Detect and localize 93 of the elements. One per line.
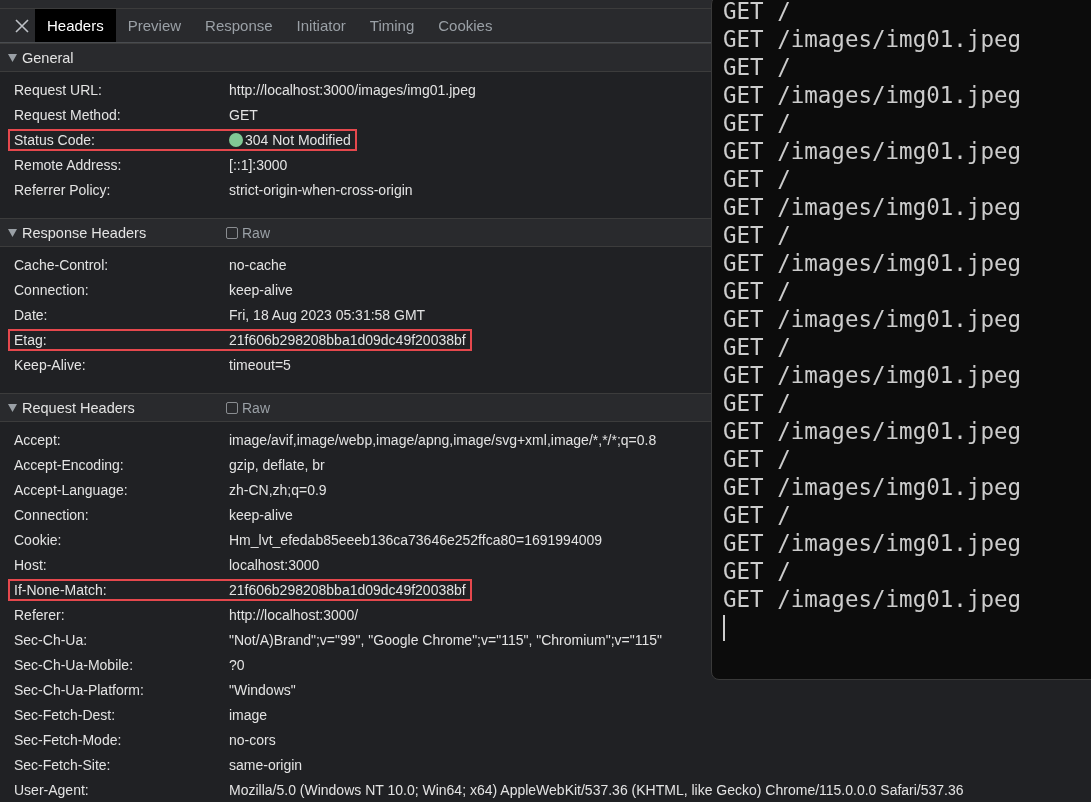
terminal-line: GET / (723, 109, 792, 137)
tab[interactable]: Cookies (426, 9, 505, 42)
header-value: http://localhost:3000/images/img01.jpeg (229, 81, 476, 98)
header-value: strict-origin-when-cross-origin (229, 181, 413, 198)
raw-label[interactable]: Raw (242, 224, 270, 241)
terminal-line: GET /images/img01.jpeg (723, 585, 1022, 613)
header-value: http://localhost:3000/ (229, 606, 359, 623)
header-value: "Windows" (229, 681, 296, 698)
header-name: Referer: (14, 606, 66, 623)
terminal-line: GET /images/img01.jpeg (723, 25, 1022, 53)
header-name: Sec-Fetch-Dest: (14, 706, 117, 723)
tab[interactable]: Preview (115, 9, 194, 42)
terminal-line: GET /images/img01.jpeg (723, 529, 1022, 557)
raw-checkbox[interactable] (226, 226, 238, 239)
expand-triangle-icon[interactable] (8, 53, 17, 62)
header-value: keep-alive (229, 281, 293, 298)
header-value: Mozilla/5.0 (Windows NT 10.0; Win64; x64) AppleWebKit/537.36 (KHTML, like Gecko) Chrome/115.0.0.0 Safari/537.36 (229, 781, 964, 798)
header-value: no-cors (229, 731, 276, 748)
terminal-line: GET /images/img01.jpeg (723, 81, 1022, 109)
terminal-line: GET / (723, 333, 792, 361)
section-header[interactable]: Request Headers Raw (0, 393, 711, 422)
terminal-line: GET /images/img01.jpeg (723, 473, 1022, 501)
terminal-line: GET / (723, 165, 792, 193)
section-header[interactable]: General (0, 43, 711, 72)
header-name: Cache-Control: (14, 256, 110, 273)
header-name: Sec-Ch-Ua-Platform: (14, 681, 145, 698)
terminal-line: GET /images/img01.jpeg (723, 249, 1022, 277)
header-value: 21f606b298208bba1d09dc49f20038bf (229, 331, 466, 348)
header-value: Fri, 18 Aug 2023 05:31:58 GMT (229, 306, 426, 323)
header-name: Connection: (14, 281, 90, 298)
expand-triangle-icon[interactable] (8, 228, 17, 237)
tab[interactable]: Initiator (284, 9, 358, 42)
header-name: If-None-Match: (14, 581, 108, 598)
section-title: Response Headers (22, 224, 147, 241)
header-name: Connection: (14, 506, 90, 523)
header-value: image/avif,image/webp,image/apng,image/svg+xml,image/*,*/*;q=0.8 (229, 431, 657, 448)
header-value: same-origin (229, 756, 303, 773)
header-value: timeout=5 (229, 356, 291, 373)
header-name: Host: (14, 556, 48, 573)
text-cursor (723, 615, 725, 641)
header-value: [::1]:3000 (229, 156, 288, 173)
terminal-line: GET /images/img01.jpeg (723, 193, 1022, 221)
header-name: Accept-Encoding: (14, 456, 125, 473)
terminal-line: GET / (723, 221, 792, 249)
header-value: gzip, deflate, br (229, 456, 325, 473)
header-name: Keep-Alive: (14, 356, 87, 373)
terminal-line: GET / (723, 53, 792, 81)
terminal-line: GET / (723, 0, 792, 25)
tab[interactable]: Timing (357, 9, 427, 42)
header-name: Sec-Ch-Ua-Mobile: (14, 656, 135, 673)
section-title: General (22, 49, 74, 66)
header-value: 21f606b298208bba1d09dc49f20038bf (229, 581, 466, 598)
expand-triangle-icon[interactable] (8, 403, 17, 412)
terminal-line: GET /images/img01.jpeg (723, 137, 1022, 165)
header-value: keep-alive (229, 506, 293, 523)
terminal-line: GET /images/img01.jpeg (723, 417, 1022, 445)
terminal-line: GET /images/img01.jpeg (723, 305, 1022, 333)
tab[interactable]: Response (193, 9, 285, 42)
header-name: Etag: (14, 331, 48, 348)
header-name: Remote Address: (14, 156, 123, 173)
header-name: Accept-Language: (14, 481, 129, 498)
section-header[interactable]: Response Headers Raw (0, 218, 711, 247)
tab[interactable]: Headers (35, 9, 116, 42)
header-value: Hm_lvt_efedab85eeeb136ca73646e252ffca80=1691994009 (229, 531, 603, 548)
terminal-line: GET / (723, 277, 792, 305)
header-name: Sec-Ch-Ua: (14, 631, 89, 648)
raw-label[interactable]: Raw (242, 399, 270, 416)
header-value: GET (229, 106, 258, 123)
terminal-line: GET / (723, 557, 792, 585)
header-value: zh-CN,zh;q=0.9 (229, 481, 327, 498)
terminal-line: GET /images/img01.jpeg (723, 361, 1022, 389)
terminal-line: GET / (723, 389, 792, 417)
header-name: Referrer Policy: (14, 181, 112, 198)
header-name: Request URL: (14, 81, 103, 98)
header-value: ?0 (229, 656, 245, 673)
header-name: Sec-Fetch-Site: (14, 756, 112, 773)
raw-checkbox[interactable] (226, 401, 238, 414)
header-value: localhost:3000 (229, 556, 320, 573)
header-value: 304 Not Modified (245, 131, 351, 148)
header-name: Status Code: (14, 131, 96, 148)
header-name: User-Agent: (14, 781, 90, 798)
close-icon[interactable] (15, 18, 29, 33)
header-name: Request Method: (14, 106, 122, 123)
header-value: no-cache (229, 256, 287, 273)
header-name: Cookie: (14, 531, 63, 548)
header-name: Sec-Fetch-Mode: (14, 731, 123, 748)
header-name: Date: (14, 306, 49, 323)
terminal-line: GET / (723, 445, 792, 473)
header-value: image (229, 706, 268, 723)
section-title: Request Headers (22, 399, 135, 416)
header-value: "Not/A)Brand";v="99", "Google Chrome";v="115", "Chromium";v="115" (229, 631, 663, 648)
header-name: Accept: (14, 431, 62, 448)
terminal-line: GET / (723, 501, 792, 529)
